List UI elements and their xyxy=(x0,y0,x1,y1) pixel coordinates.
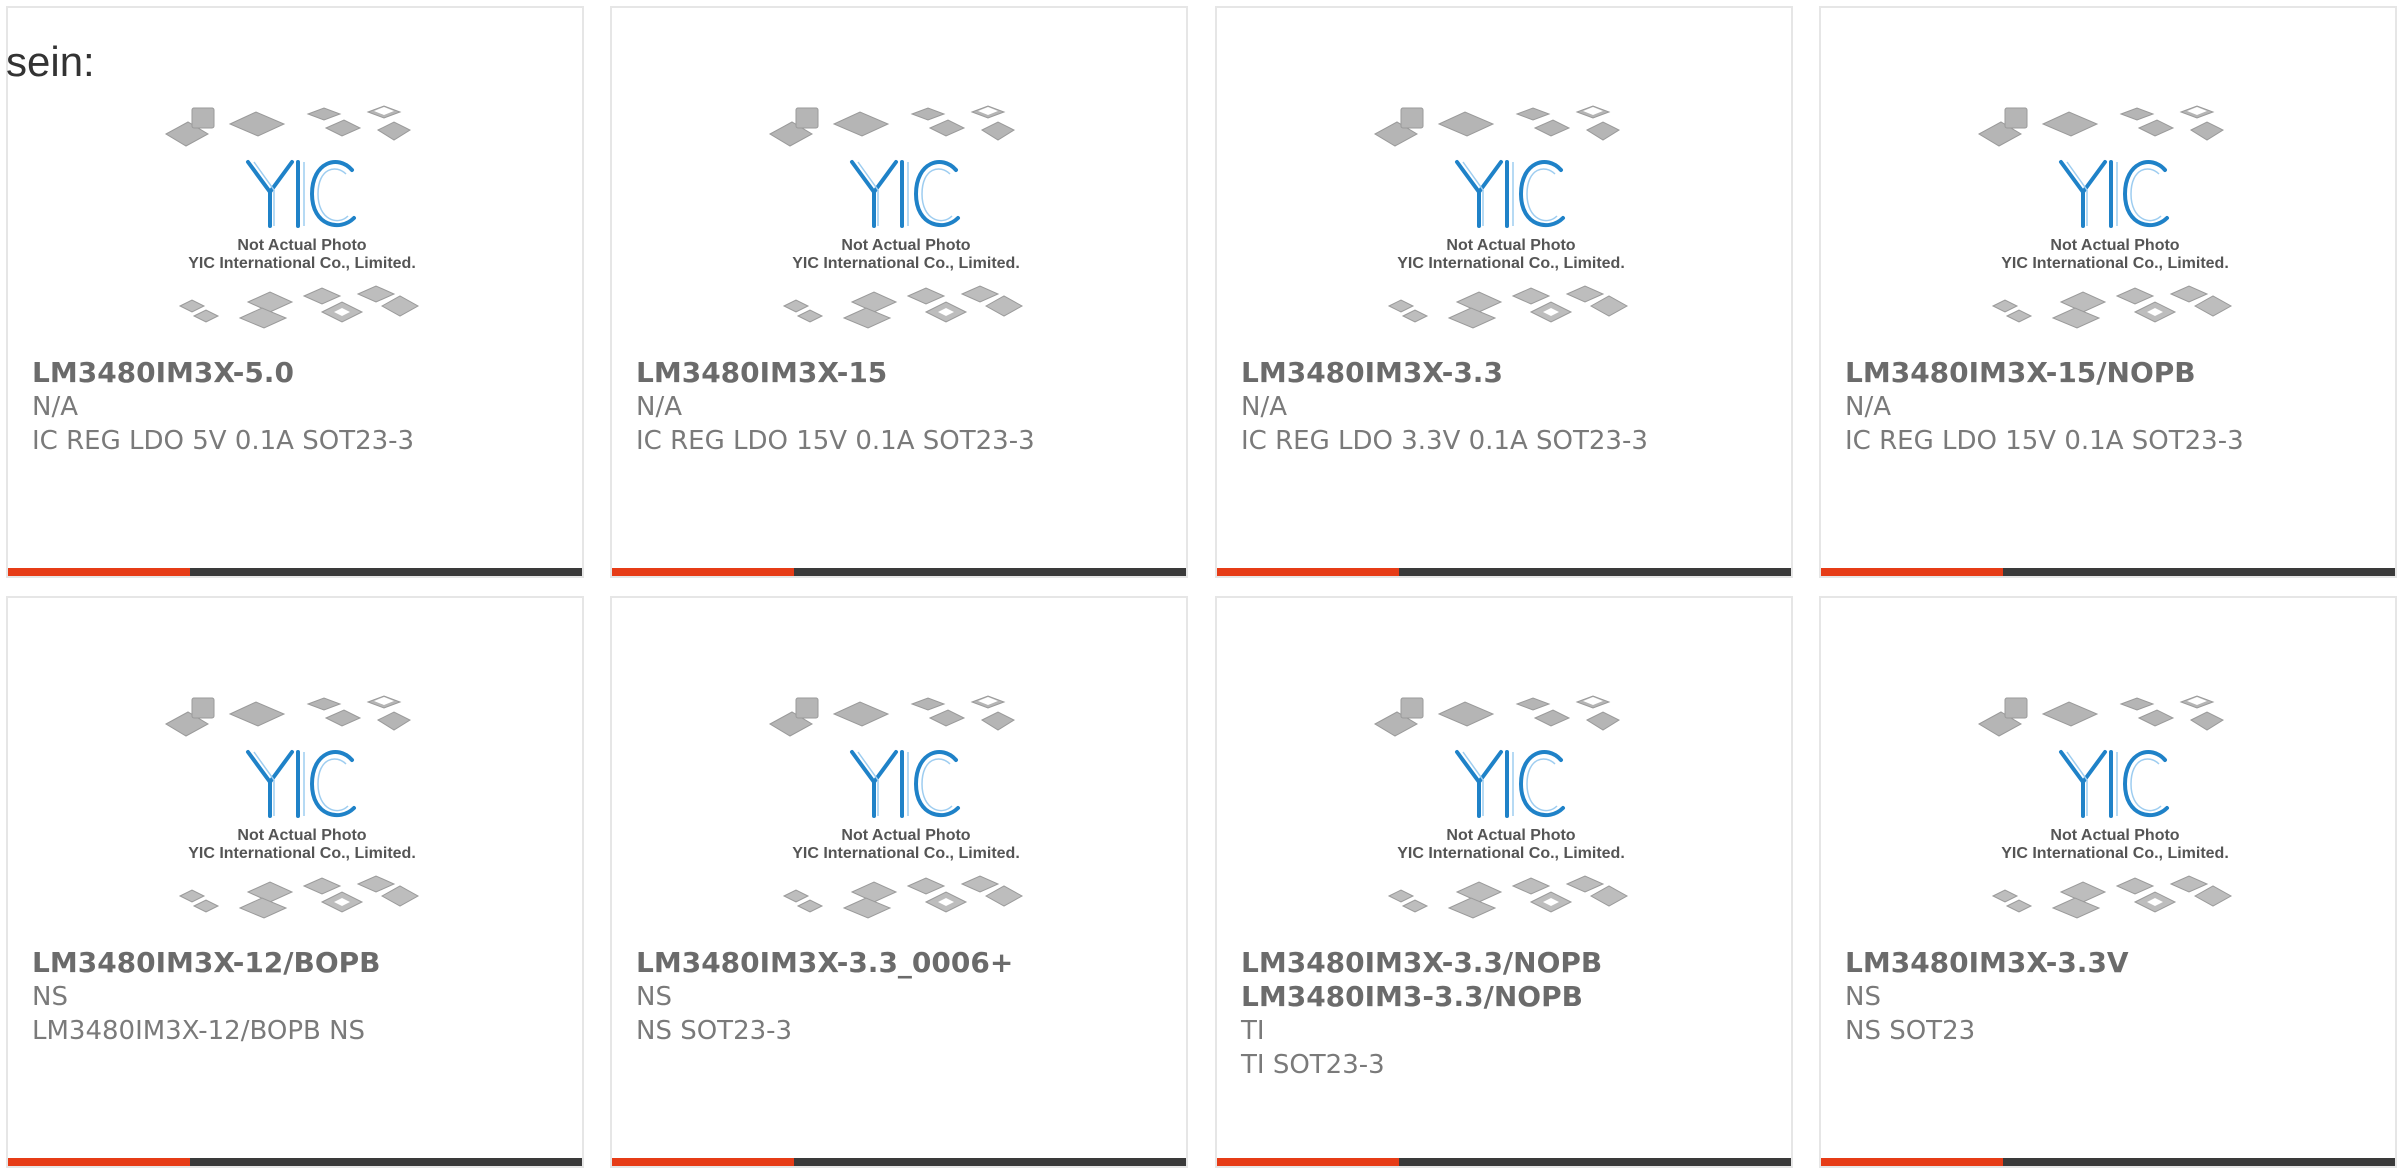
accent-bar-highlight xyxy=(612,1158,794,1166)
photo-caption-line2: YIC International Co., Limited. xyxy=(188,845,416,862)
part-number-link[interactable]: LM3480IM3X-5.0 xyxy=(32,356,566,390)
card-accent-bar xyxy=(1217,568,1791,576)
photo-caption-line1: Not Actual Photo xyxy=(841,827,970,844)
product-grid: Not Actual Photo YIC International Co., … xyxy=(0,0,2400,1168)
part-number-link[interactable]: LM3480IM3X-3.3_0006+ xyxy=(636,946,1170,980)
product-description: TI SOT23-3 xyxy=(1241,1050,1385,1080)
product-photo-placeholder[interactable]: Not Actual Photo YIC International Co., … xyxy=(8,94,582,344)
product-photo-placeholder[interactable]: Not Actual Photo YIC International Co., … xyxy=(1821,94,2395,344)
product-description: IC REG LDO 5V 0.1A SOT23-3 xyxy=(32,426,415,456)
accent-bar-highlight xyxy=(1217,1158,1399,1166)
product-card[interactable]: Not Actual Photo YIC International Co., … xyxy=(1215,6,1793,578)
product-info: LM3480IM3X-3.3V NS NS SOT23 xyxy=(1845,946,2379,1048)
accent-bar-base xyxy=(2003,568,2395,576)
photo-caption-line1: Not Actual Photo xyxy=(2050,827,2179,844)
product-photo-placeholder[interactable]: Not Actual Photo YIC International Co., … xyxy=(1217,94,1791,344)
page-heading: sein: xyxy=(6,38,95,85)
accent-bar-highlight xyxy=(8,1158,190,1166)
product-photo-placeholder[interactable]: Not Actual Photo YIC International Co., … xyxy=(612,684,1186,934)
product-info: LM3480IM3X-3.3 N/A IC REG LDO 3.3V 0.1A SO… xyxy=(1241,356,1775,458)
accent-bar-base xyxy=(794,1158,1186,1166)
product-description: IC REG LDO 15V 0.1A SOT23-3 xyxy=(1845,426,2244,456)
photo-caption-line1: Not Actual Photo xyxy=(237,237,366,254)
photo-caption-line2: YIC International Co., Limited. xyxy=(2001,845,2229,862)
photo-caption-line1: Not Actual Photo xyxy=(237,827,366,844)
manufacturer-label: NS xyxy=(1845,982,1881,1012)
product-info: LM3480IM3X-15/NOPB N/A IC REG LDO 15V 0.1A… xyxy=(1845,356,2379,458)
part-number-alt-link[interactable]: LM3480IM3-3.3/NOPB xyxy=(1241,980,1775,1014)
part-number-link[interactable]: LM3480IM3X-3.3V xyxy=(1845,946,2379,980)
accent-bar-highlight xyxy=(1821,1158,2003,1166)
accent-bar-base xyxy=(2003,1158,2395,1166)
part-number-link[interactable]: LM3480IM3X-3.3/NOPB xyxy=(1241,946,1775,980)
photo-caption-line1: Not Actual Photo xyxy=(2050,237,2179,254)
product-description: NS SOT23 xyxy=(1845,1016,1976,1046)
card-accent-bar xyxy=(612,568,1186,576)
manufacturer-label: N/A xyxy=(636,392,682,422)
photo-caption-line2: YIC International Co., Limited. xyxy=(1397,255,1625,272)
accent-bar-base xyxy=(190,568,582,576)
accent-bar-base xyxy=(794,568,1186,576)
accent-bar-highlight xyxy=(1217,568,1399,576)
product-card[interactable]: Not Actual Photo YIC International Co., … xyxy=(1819,596,2397,1168)
product-card[interactable]: Not Actual Photo YIC International Co., … xyxy=(610,6,1188,578)
card-accent-bar xyxy=(1821,1158,2395,1166)
manufacturer-label: TI xyxy=(1241,1016,1265,1046)
product-info: LM3480IM3X-12/BOPB NS LM3480IM3X-12/BOPB N… xyxy=(32,946,566,1048)
part-number-link[interactable]: LM3480IM3X-3.3 xyxy=(1241,356,1775,390)
manufacturer-label: NS xyxy=(636,982,672,1012)
product-description: NS SOT23-3 xyxy=(636,1016,793,1046)
part-number-link[interactable]: LM3480IM3X-12/BOPB xyxy=(32,946,566,980)
manufacturer-label: N/A xyxy=(1241,392,1287,422)
manufacturer-label: N/A xyxy=(1845,392,1891,422)
part-number-link[interactable]: LM3480IM3X-15/NOPB xyxy=(1845,356,2379,390)
product-description: IC REG LDO 3.3V 0.1A SOT23-3 xyxy=(1241,426,1648,456)
accent-bar-base xyxy=(1399,1158,1791,1166)
card-accent-bar xyxy=(1821,568,2395,576)
product-card[interactable]: Not Actual Photo YIC International Co., … xyxy=(1819,6,2397,578)
photo-caption-line2: YIC International Co., Limited. xyxy=(2001,255,2229,272)
product-card[interactable]: Not Actual Photo YIC International Co., … xyxy=(6,6,584,578)
product-info: LM3480IM3X-15 N/A IC REG LDO 15V 0.1A SOT2… xyxy=(636,356,1170,458)
product-photo-placeholder[interactable]: Not Actual Photo YIC International Co., … xyxy=(612,94,1186,344)
product-description: LM3480IM3X-12/BOPB NS xyxy=(32,1016,366,1046)
accent-bar-highlight xyxy=(612,568,794,576)
product-photo-placeholder[interactable]: Not Actual Photo YIC International Co., … xyxy=(1821,684,2395,934)
product-photo-placeholder[interactable]: Not Actual Photo YIC International Co., … xyxy=(8,684,582,934)
accent-bar-highlight xyxy=(1821,568,2003,576)
photo-caption-line2: YIC International Co., Limited. xyxy=(188,255,416,272)
product-card[interactable]: Not Actual Photo YIC International Co., … xyxy=(6,596,584,1168)
accent-bar-highlight xyxy=(8,568,190,576)
card-accent-bar xyxy=(8,568,582,576)
accent-bar-base xyxy=(190,1158,582,1166)
photo-caption-line2: YIC International Co., Limited. xyxy=(792,255,1020,272)
product-card[interactable]: Not Actual Photo YIC International Co., … xyxy=(610,596,1188,1168)
photo-caption-line2: YIC International Co., Limited. xyxy=(792,845,1020,862)
product-info: LM3480IM3X-5.0 N/A IC REG LDO 5V 0.1A SOT2… xyxy=(32,356,566,458)
card-accent-bar xyxy=(612,1158,1186,1166)
product-info: LM3480IM3X-3.3/NOPB LM3480IM3-3.3/NOPB TI T… xyxy=(1241,946,1775,1082)
manufacturer-label: N/A xyxy=(32,392,78,422)
accent-bar-base xyxy=(1399,568,1791,576)
product-photo-placeholder[interactable]: Not Actual Photo YIC International Co., … xyxy=(1217,684,1791,934)
product-description: IC REG LDO 15V 0.1A SOT23-3 xyxy=(636,426,1035,456)
photo-caption-line1: Not Actual Photo xyxy=(841,237,970,254)
photo-caption-line1: Not Actual Photo xyxy=(1446,237,1575,254)
manufacturer-label: NS xyxy=(32,982,68,1012)
photo-caption-line2: YIC International Co., Limited. xyxy=(1397,845,1625,862)
product-card[interactable]: Not Actual Photo YIC International Co., … xyxy=(1215,596,1793,1168)
card-accent-bar xyxy=(1217,1158,1791,1166)
part-number-link[interactable]: LM3480IM3X-15 xyxy=(636,356,1170,390)
product-info: LM3480IM3X-3.3_0006+ NS NS SOT23-3 xyxy=(636,946,1170,1048)
photo-caption-line1: Not Actual Photo xyxy=(1446,827,1575,844)
card-accent-bar xyxy=(8,1158,582,1166)
